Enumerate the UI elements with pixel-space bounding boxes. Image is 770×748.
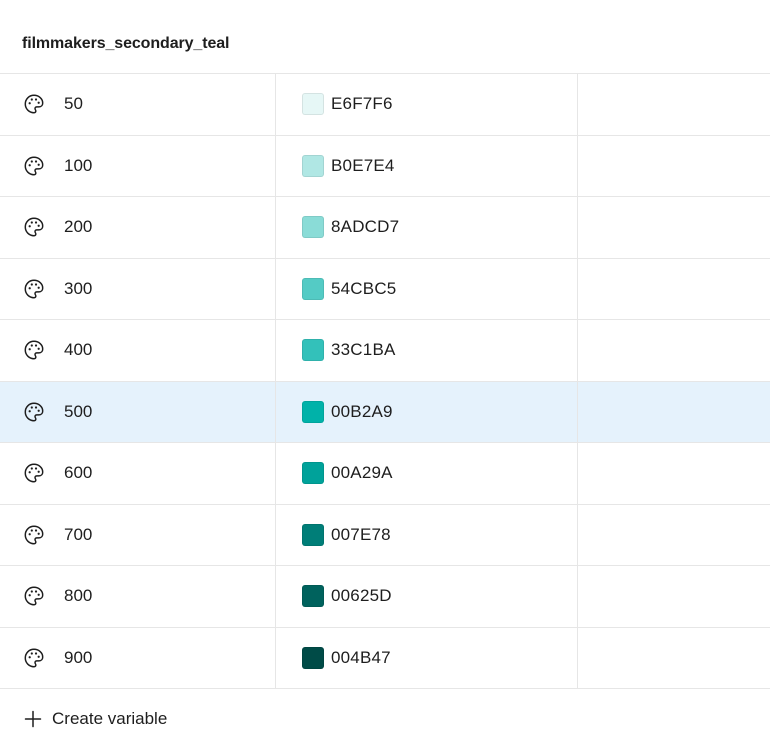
color-swatch[interactable] — [302, 585, 324, 608]
hex-value: 54CBC5 — [331, 278, 397, 298]
variable-name: 300 — [64, 278, 93, 298]
variable-value-cell[interactable]: 33C1BA — [276, 320, 578, 381]
palette-icon — [22, 646, 46, 670]
variable-name: 800 — [64, 586, 93, 606]
variable-name: 700 — [64, 524, 93, 544]
variable-value-cell[interactable]: 00A29A — [276, 443, 578, 504]
create-variable-label: Create variable — [52, 709, 168, 728]
variable-name-cell[interactable]: 600 — [0, 443, 276, 504]
hex-value: 00A29A — [331, 463, 393, 483]
variable-row[interactable]: 700 007E78 — [0, 504, 770, 566]
variable-name: 50 — [64, 94, 83, 114]
color-swatch[interactable] — [302, 93, 324, 116]
variables-panel: filmmakers_secondary_teal 50 E6F7F6 100 … — [0, 0, 770, 748]
color-swatch[interactable] — [302, 462, 324, 485]
empty-mode-cell[interactable] — [578, 382, 770, 443]
variable-row[interactable]: 500 00B2A9 — [0, 381, 770, 443]
palette-icon — [22, 338, 46, 362]
empty-mode-cell[interactable] — [578, 566, 770, 627]
hex-value: 004B47 — [331, 647, 391, 667]
variable-row[interactable]: 300 54CBC5 — [0, 258, 770, 320]
variable-value-cell[interactable]: E6F7F6 — [276, 74, 578, 135]
variable-name: 400 — [64, 340, 93, 360]
variable-name-cell[interactable]: 300 — [0, 258, 276, 319]
empty-mode-cell[interactable] — [578, 628, 770, 689]
group-header: filmmakers_secondary_teal — [0, 0, 770, 74]
variable-value-cell[interactable]: 004B47 — [276, 627, 578, 688]
palette-icon — [22, 461, 46, 485]
empty-mode-cell[interactable] — [578, 259, 770, 320]
hex-value: 00B2A9 — [331, 401, 393, 421]
variable-row[interactable]: 100 B0E7E4 — [0, 135, 770, 197]
empty-mode-cell[interactable] — [578, 136, 770, 197]
variable-row[interactable]: 50 E6F7F6 — [0, 74, 770, 136]
variable-name-cell[interactable]: 800 — [0, 566, 276, 627]
variable-name: 500 — [64, 401, 93, 421]
variable-name-cell[interactable]: 900 — [0, 627, 276, 688]
group-title: filmmakers_secondary_teal — [22, 34, 230, 52]
hex-value: 00625D — [331, 586, 392, 606]
variable-row[interactable]: 600 00A29A — [0, 443, 770, 505]
variable-value-cell[interactable]: 54CBC5 — [276, 258, 578, 319]
palette-icon — [22, 92, 46, 116]
variable-row[interactable]: 900 004B47 — [0, 627, 770, 689]
empty-mode-cell[interactable] — [578, 320, 770, 381]
variable-name-cell[interactable]: 200 — [0, 197, 276, 258]
variable-name-cell[interactable]: 50 — [0, 74, 276, 135]
variable-name-cell[interactable]: 100 — [0, 135, 276, 196]
color-swatch[interactable] — [302, 277, 324, 300]
palette-icon — [22, 215, 46, 239]
color-swatch[interactable] — [302, 400, 324, 423]
palette-icon — [22, 523, 46, 547]
hex-value: B0E7E4 — [331, 155, 395, 175]
variable-name-cell[interactable]: 700 — [0, 504, 276, 565]
palette-icon — [22, 154, 46, 178]
hex-value: 33C1BA — [331, 340, 396, 360]
palette-icon — [22, 277, 46, 301]
color-swatch[interactable] — [302, 154, 324, 177]
variable-value-cell[interactable]: 8ADCD7 — [276, 197, 578, 258]
create-variable-button[interactable]: Create variable — [0, 689, 770, 748]
color-swatch[interactable] — [302, 523, 324, 546]
hex-value: 007E78 — [331, 524, 391, 544]
hex-value: E6F7F6 — [331, 94, 393, 114]
variable-name: 900 — [64, 647, 93, 667]
variable-row[interactable]: 400 33C1BA — [0, 320, 770, 382]
variable-name: 600 — [64, 463, 93, 483]
empty-mode-cell[interactable] — [578, 505, 770, 566]
hex-value: 8ADCD7 — [331, 217, 400, 237]
variable-row[interactable]: 800 00625D — [0, 566, 770, 628]
color-swatch[interactable] — [302, 339, 324, 362]
empty-mode-cell[interactable] — [578, 197, 770, 258]
variable-value-cell[interactable]: 00625D — [276, 566, 578, 627]
color-swatch[interactable] — [302, 646, 324, 669]
variable-name: 100 — [64, 155, 93, 175]
palette-icon — [22, 400, 46, 424]
variable-name-cell[interactable]: 500 — [0, 381, 276, 442]
color-swatch[interactable] — [302, 216, 324, 239]
palette-icon — [22, 584, 46, 608]
variable-row[interactable]: 200 8ADCD7 — [0, 197, 770, 259]
variable-value-cell[interactable]: 00B2A9 — [276, 381, 578, 442]
variable-name-cell[interactable]: 400 — [0, 320, 276, 381]
plus-icon — [24, 710, 42, 728]
variable-value-cell[interactable]: 007E78 — [276, 504, 578, 565]
variable-value-cell[interactable]: B0E7E4 — [276, 135, 578, 196]
empty-mode-cell[interactable] — [578, 443, 770, 504]
empty-mode-cell[interactable] — [578, 74, 770, 135]
variable-list: 50 E6F7F6 100 B0E7E4 200 8ADCD7 300 54CB… — [0, 74, 770, 689]
variable-name: 200 — [64, 217, 93, 237]
